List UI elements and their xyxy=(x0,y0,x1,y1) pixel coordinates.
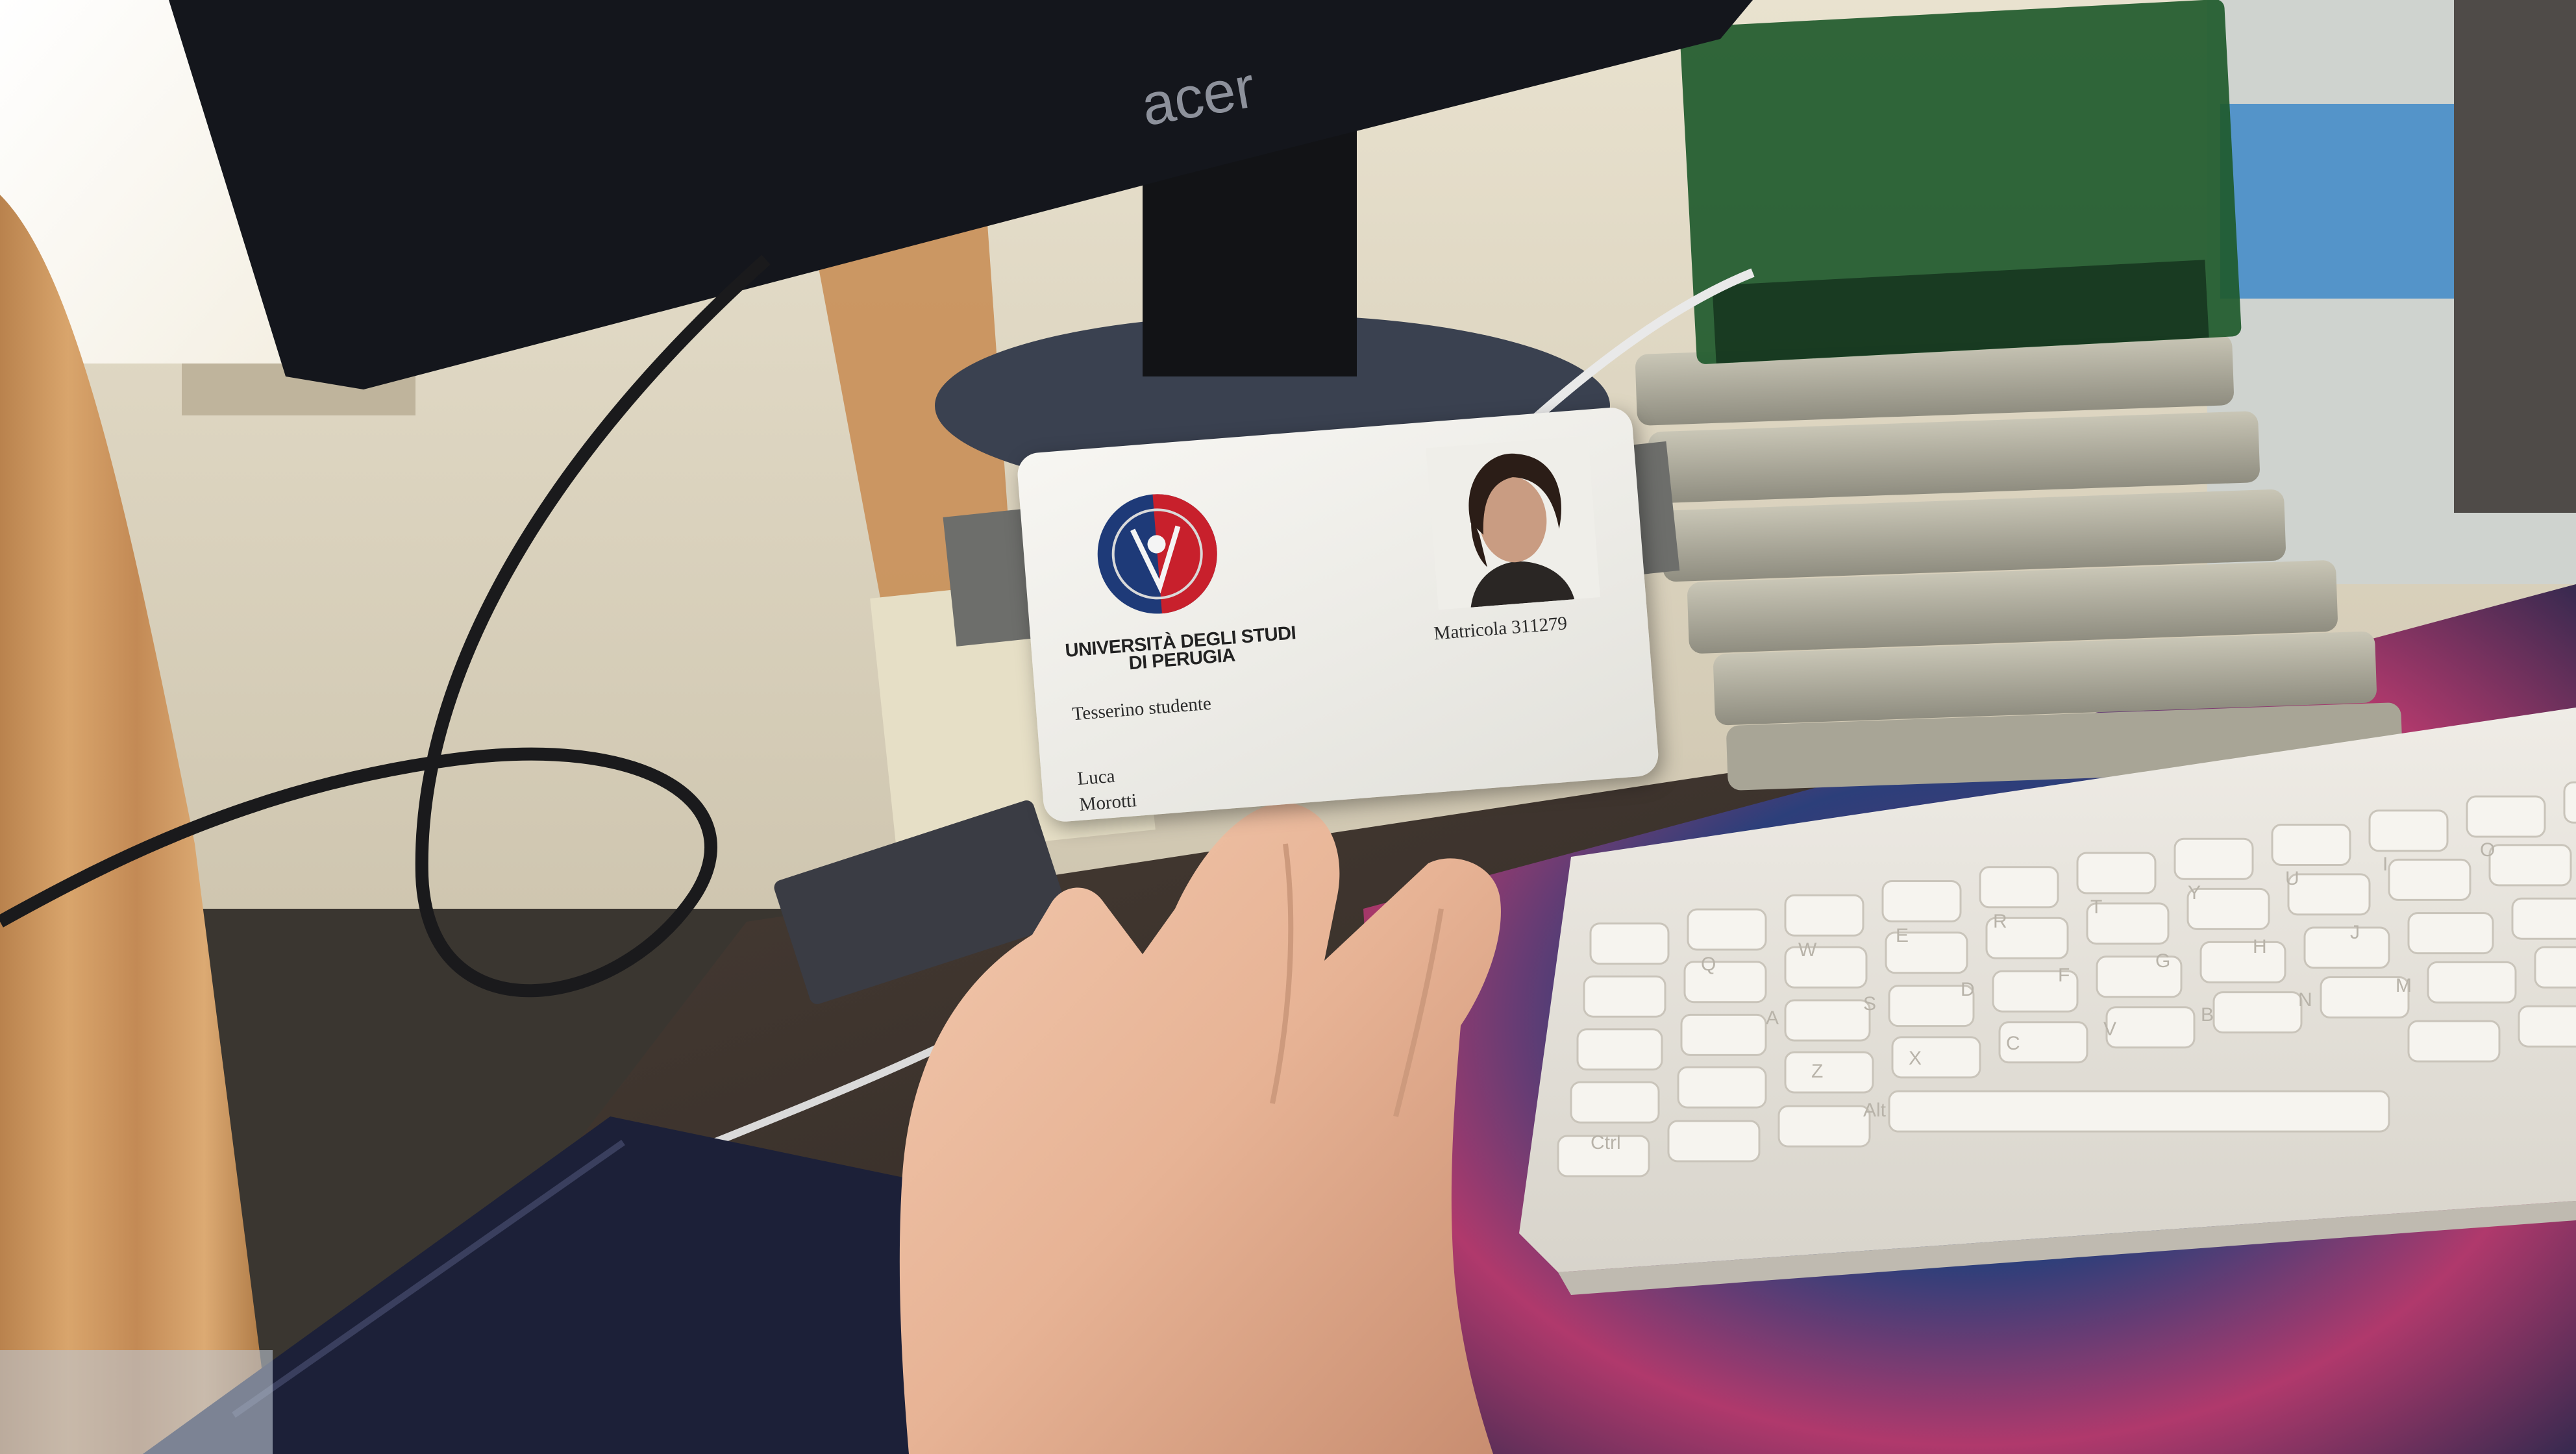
keyboard-key xyxy=(2518,1005,2576,1048)
keyboard-key-label: H xyxy=(2253,936,2267,957)
keyboard-key-label: X xyxy=(1909,1048,1922,1069)
keyboard-key-label: Y xyxy=(2188,882,2201,904)
keyboard-key xyxy=(1570,1081,1660,1124)
keyboard-key xyxy=(2368,809,2449,852)
keyboard-key-label: C xyxy=(2006,1033,2020,1054)
student-id-card: UNIVERSITÀ DEGLI STUDI DI PERUGIA Tesser… xyxy=(1016,406,1660,824)
keyboard-key xyxy=(1777,1105,1871,1148)
keyboard-key-label: E xyxy=(1896,925,1909,946)
keyboard-key xyxy=(2563,781,2576,824)
keyboard-key xyxy=(2488,844,2572,887)
keyboard-key xyxy=(2388,858,2471,901)
keyboard-key xyxy=(2199,941,2286,983)
keyboard-key xyxy=(2212,991,2303,1034)
keyboard-key xyxy=(2466,795,2546,838)
keyboard-key xyxy=(1784,1051,1874,1094)
keyboard-key-label: V xyxy=(2103,1018,2116,1040)
university-name: UNIVERSITÀ DEGLI STUDI DI PERUGIA xyxy=(1057,622,1306,678)
keyboard-key xyxy=(2511,897,2576,940)
keyboard-key xyxy=(1583,975,1666,1018)
keyboard-key-label: G xyxy=(2155,950,2170,972)
student-last-name: Morotti xyxy=(1078,790,1138,815)
keyboard-key xyxy=(1576,1028,1663,1071)
keyboard-key-label: W xyxy=(1798,939,1817,961)
keyboard-key xyxy=(2174,837,2254,880)
keyboard-key xyxy=(1683,961,1767,1004)
keyboard-key-label: J xyxy=(2350,922,2360,943)
keyboard-key-label: D xyxy=(1961,979,1975,1000)
keyboard-key-label: B xyxy=(2201,1004,2214,1026)
keyboard-key xyxy=(2271,824,2351,866)
keyboard-key xyxy=(1677,1066,1767,1109)
keyboard-key xyxy=(1687,908,1767,951)
keyboard-key xyxy=(2407,1020,2501,1063)
keyboard-key xyxy=(1979,866,2059,909)
keyboard-key xyxy=(2303,926,2390,969)
keyboard-key xyxy=(1891,1036,1981,1079)
keyboard-key-label: F xyxy=(2058,965,2070,986)
keyboard-key xyxy=(2534,946,2576,989)
keyboard-key-label: I xyxy=(2383,854,2388,875)
keyboard-key-label: Z xyxy=(1811,1061,1823,1082)
keyboard-key-label: S xyxy=(1863,993,1876,1015)
keyboard-key xyxy=(1667,1120,1761,1163)
keyboard-key-label: O xyxy=(2480,839,2495,861)
student-photo xyxy=(1426,435,1601,610)
card-type-label: Tesserino studente xyxy=(1071,693,1212,725)
laptop-edge xyxy=(2454,0,2576,513)
keyboard-key xyxy=(1881,880,1962,922)
keyboard-key xyxy=(2287,873,2371,916)
blue-object xyxy=(2220,104,2480,299)
keyboard-key xyxy=(2105,1006,2196,1049)
keyboard-key xyxy=(1784,999,1871,1042)
keyboard-key-label: M xyxy=(2396,975,2412,996)
keyboard-key-label: Alt xyxy=(1863,1100,1887,1121)
keyboard-key xyxy=(2427,961,2517,1004)
keyboard-key-label: R xyxy=(1993,911,2007,932)
keyboard-key xyxy=(1680,1013,1767,1056)
keyboard-key xyxy=(1784,894,1864,937)
keyboard-key xyxy=(2407,912,2494,955)
keyboard-key-label: Ctrl xyxy=(1591,1132,1621,1153)
keyboard-key-label: Q xyxy=(1701,954,1716,975)
keyboard-key xyxy=(1888,1090,2390,1133)
student-first-name: Luca xyxy=(1076,765,1116,790)
keyboard-key xyxy=(1589,922,1670,965)
university-seal-icon xyxy=(1097,494,1217,614)
keyboard-key-label: U xyxy=(2285,868,2299,889)
keyboard-key xyxy=(2076,852,2157,894)
student-number: Matricola 311279 xyxy=(1433,613,1568,645)
plastic-bag xyxy=(0,1350,273,1454)
keyboard-key-label: A xyxy=(1766,1007,1779,1029)
keyboard-key xyxy=(1784,946,1868,989)
keyboard-key-label: T xyxy=(2090,896,2102,918)
keyboard-key-label: N xyxy=(2298,989,2312,1011)
